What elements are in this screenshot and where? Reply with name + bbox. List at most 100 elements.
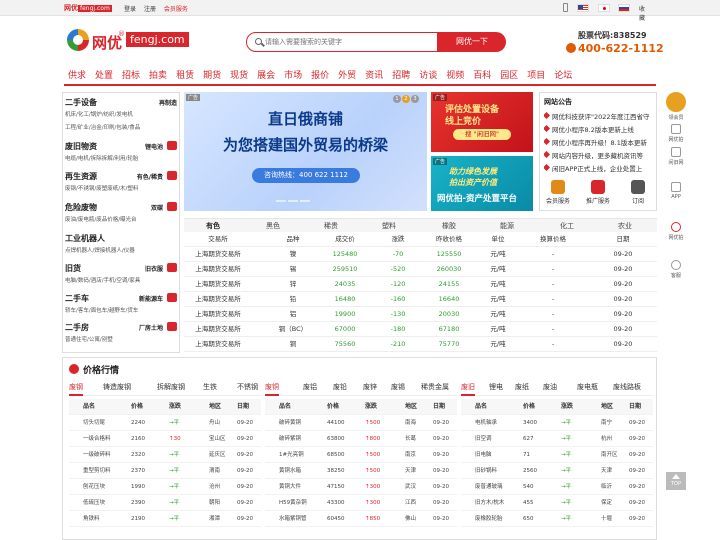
price-row[interactable]: 低硫压块 2390 →平 朝阳 09-20 (69, 495, 261, 511)
category-sub[interactable]: 废钢/不锈钢/废塑废纸/木/塑料 (65, 184, 138, 192)
price-tab[interactable]: 生铁 (203, 382, 217, 392)
search-input[interactable] (265, 35, 435, 49)
tab-precious[interactable]: 稀贵 (324, 221, 338, 231)
logo-domain[interactable]: fengj.com (126, 32, 189, 47)
nav-item[interactable]: 访谈 (419, 68, 437, 81)
futures-row[interactable]: 上海期货交易所 铜（BC） 67000 -180 67180 元/吨 - 09-20 (184, 322, 657, 337)
category-tag[interactable]: 新能源车 (139, 294, 163, 303)
nav-item[interactable]: 招标 (122, 68, 140, 81)
notice-item[interactable]: 闲旧APP正式上线，企业处置上 (544, 163, 656, 176)
xianjiu-float-item[interactable]: 闲旧网 (664, 147, 688, 166)
category-tag[interactable]: 厂房土地 (139, 323, 163, 332)
nav-item[interactable]: 视频 (446, 68, 464, 81)
category-item[interactable]: 再生资源 有色/稀贵 废钢/不锈钢/废塑废纸/木/塑料 (63, 171, 181, 197)
nav-item[interactable]: 百科 (473, 68, 491, 81)
member-service-quick[interactable]: 会员服务 (539, 180, 577, 205)
category-sub[interactable]: 工程/矿业/冶金/印刷/包装/食品 (65, 123, 140, 131)
notice-item[interactable]: 网优科技获评"2022年度江西省守 (544, 111, 656, 124)
price-tab[interactable]: 废纸 (515, 382, 529, 392)
category-title[interactable]: 二手设备 (65, 97, 97, 108)
mobile-phone-icon[interactable] (563, 3, 568, 12)
price-tab[interactable]: 废钢 (69, 382, 83, 396)
app-float-item[interactable]: APP (664, 182, 688, 200)
price-tab[interactable]: 稀贵金属 (421, 382, 449, 392)
price-row[interactable]: 旧方木/枕木 455 →平 保定 09-20 (461, 495, 653, 511)
category-sub[interactable]: 轿车/客车/面包车/越野车/货车 (65, 306, 138, 314)
price-tab[interactable]: 废锡 (391, 382, 405, 392)
nav-item[interactable]: 报价 (311, 68, 329, 81)
price-tab[interactable]: 废铝 (303, 382, 317, 392)
category-tag[interactable]: 双碳 (151, 203, 163, 212)
price-tab[interactable]: 废线路板 (613, 382, 641, 392)
futures-row[interactable]: 上海期货交易所 铅 16480 -160 16640 元/吨 - 09-20 (184, 292, 657, 307)
category-sub[interactable]: 电脑/数码/酒店/手机/空调/家具 (65, 276, 140, 284)
notice-item[interactable]: 网优小程序8.2版本更新上线 (544, 124, 656, 137)
price-tab[interactable]: 废旧 (461, 382, 475, 396)
login-link[interactable]: 登录 (124, 6, 136, 13)
site-logo-icon[interactable] (67, 29, 89, 51)
notice-text[interactable]: 闲旧APP正式上线，企业处置上 (552, 165, 642, 173)
category-item[interactable]: 工业机器人 点焊机器人/焊接机器人/仪器 (63, 233, 181, 259)
top-brand-logo[interactable]: 网优 fengj.com (64, 3, 112, 13)
notice-text[interactable]: 网优科技获评"2022年度江西省守 (552, 113, 650, 121)
price-tab[interactable]: 废铅 (333, 382, 347, 392)
member-service-link[interactable]: 会员服务 (164, 6, 188, 13)
category-title[interactable]: 二手车 (65, 293, 89, 304)
price-row[interactable]: H59黄杂铜 43300 ↑300 江西 09-20 (265, 495, 457, 511)
banner-hotline-button[interactable]: 咨询热线：400 622 1112 (252, 168, 360, 183)
pager-dot[interactable]: 3 (411, 95, 419, 103)
nav-item[interactable]: 市场 (284, 68, 302, 81)
wyp-float-item[interactable]: 网优拍 (664, 222, 688, 241)
category-tag[interactable]: 有色/稀贵 (137, 172, 163, 181)
japan-flag-icon[interactable] (598, 4, 610, 12)
price-tab[interactable]: 铸造废钢 (103, 382, 131, 392)
price-row[interactable]: 旧砂锅料 2560 →平 天津 09-20 (461, 463, 653, 479)
auction-float-item[interactable]: 网优拍 (664, 124, 688, 143)
futures-row[interactable]: 上海期货交易所 铝 19900 -130 20030 元/吨 - 09-20 (184, 307, 657, 322)
category-title[interactable]: 二手房 (65, 322, 89, 333)
price-row[interactable]: 破碎黄铜 44100 ↑500 南海 09-20 (265, 415, 457, 431)
category-tag[interactable]: 旧衣服 (145, 264, 163, 273)
tab-chemical[interactable]: 化工 (560, 221, 574, 231)
notice-item[interactable]: 网站内容升级，更多藏机资讯等 (544, 150, 656, 163)
price-row[interactable]: 黄铜大件 47150 ↑300 武汉 09-20 (265, 479, 457, 495)
search-button[interactable]: 网优一下 (438, 32, 506, 52)
tab-nonferrous[interactable]: 有色 (206, 221, 220, 231)
notice-item[interactable]: 网优小程序再升级！8.1版本更新 (544, 137, 656, 150)
nav-item[interactable]: 处置 (95, 68, 113, 81)
price-row[interactable]: 旧电脑 71 →平 南开区 09-20 (461, 447, 653, 463)
category-item[interactable]: 废旧物资 锂电池 电缆/电机/拆除拆解/利用/轮胎 (63, 141, 181, 167)
nav-item[interactable]: 展会 (257, 68, 275, 81)
nav-item[interactable]: 供求 (68, 68, 86, 81)
nav-item[interactable]: 现货 (230, 68, 248, 81)
nav-item[interactable]: 资讯 (365, 68, 383, 81)
price-row[interactable]: 废普通玻璃 540 →平 临沂 09-20 (461, 479, 653, 495)
nav-item[interactable]: 园区 (500, 68, 518, 81)
nav-item[interactable]: 期货 (203, 68, 221, 81)
russia-flag-icon[interactable] (618, 4, 630, 12)
category-sub[interactable]: 机床/化工/锅炉/纺织/发电机 (65, 110, 133, 118)
category-sub[interactable]: 点焊机器人/焊接机器人/仪器 (65, 246, 135, 254)
futures-row[interactable]: 上海期货交易所 锌 24035 -120 24155 元/吨 - 09-20 (184, 277, 657, 292)
notice-text[interactable]: 网优小程序8.2版本更新上线 (552, 126, 634, 134)
tab-plastic[interactable]: 塑料 (382, 221, 396, 231)
futures-row[interactable]: 上海期货交易所 铜 75560 -210 75770 元/吨 - 09-20 (184, 337, 657, 352)
auction-ad-banner[interactable]: 广告 助力绿色发展 拍出资产价值 网优拍-资产处置平台 (431, 156, 533, 211)
notice-text[interactable]: 网站内容升级，更多藏机资讯等 (552, 152, 643, 160)
category-title[interactable]: 危险废物 (65, 202, 97, 213)
main-banner[interactable]: 广告 直日俄商铺 为您搭建国外贸易的桥梁 咨询热线：400 622 1112 (184, 92, 427, 211)
price-row[interactable]: 破碎紫铜 63800 ↑800 长葛 09-20 (265, 431, 457, 447)
tab-rubber[interactable]: 橡胶 (442, 221, 456, 231)
price-row[interactable]: 黄铜水箱 38250 ↑500 天津 09-20 (265, 463, 457, 479)
nav-item[interactable]: 论坛 (554, 68, 572, 81)
futures-row[interactable]: 上海期货交易所 镍 125480 -70 125550 元/吨 - 09-20 (184, 247, 657, 262)
us-flag-icon[interactable] (577, 4, 589, 12)
category-tag[interactable]: 再制造 (159, 98, 177, 107)
back-to-top-button[interactable]: TOP (666, 472, 686, 490)
register-link[interactable]: 注册 (144, 6, 156, 13)
category-tag[interactable]: 锂电池 (145, 142, 163, 151)
tab-agriculture[interactable]: 农业 (618, 221, 632, 231)
category-sub[interactable]: 普通住宅/公寓/别墅 (65, 335, 113, 343)
service-float-item[interactable]: 客服 (664, 260, 688, 279)
ad-search-button[interactable]: 搜 "闲旧网" (453, 129, 511, 140)
